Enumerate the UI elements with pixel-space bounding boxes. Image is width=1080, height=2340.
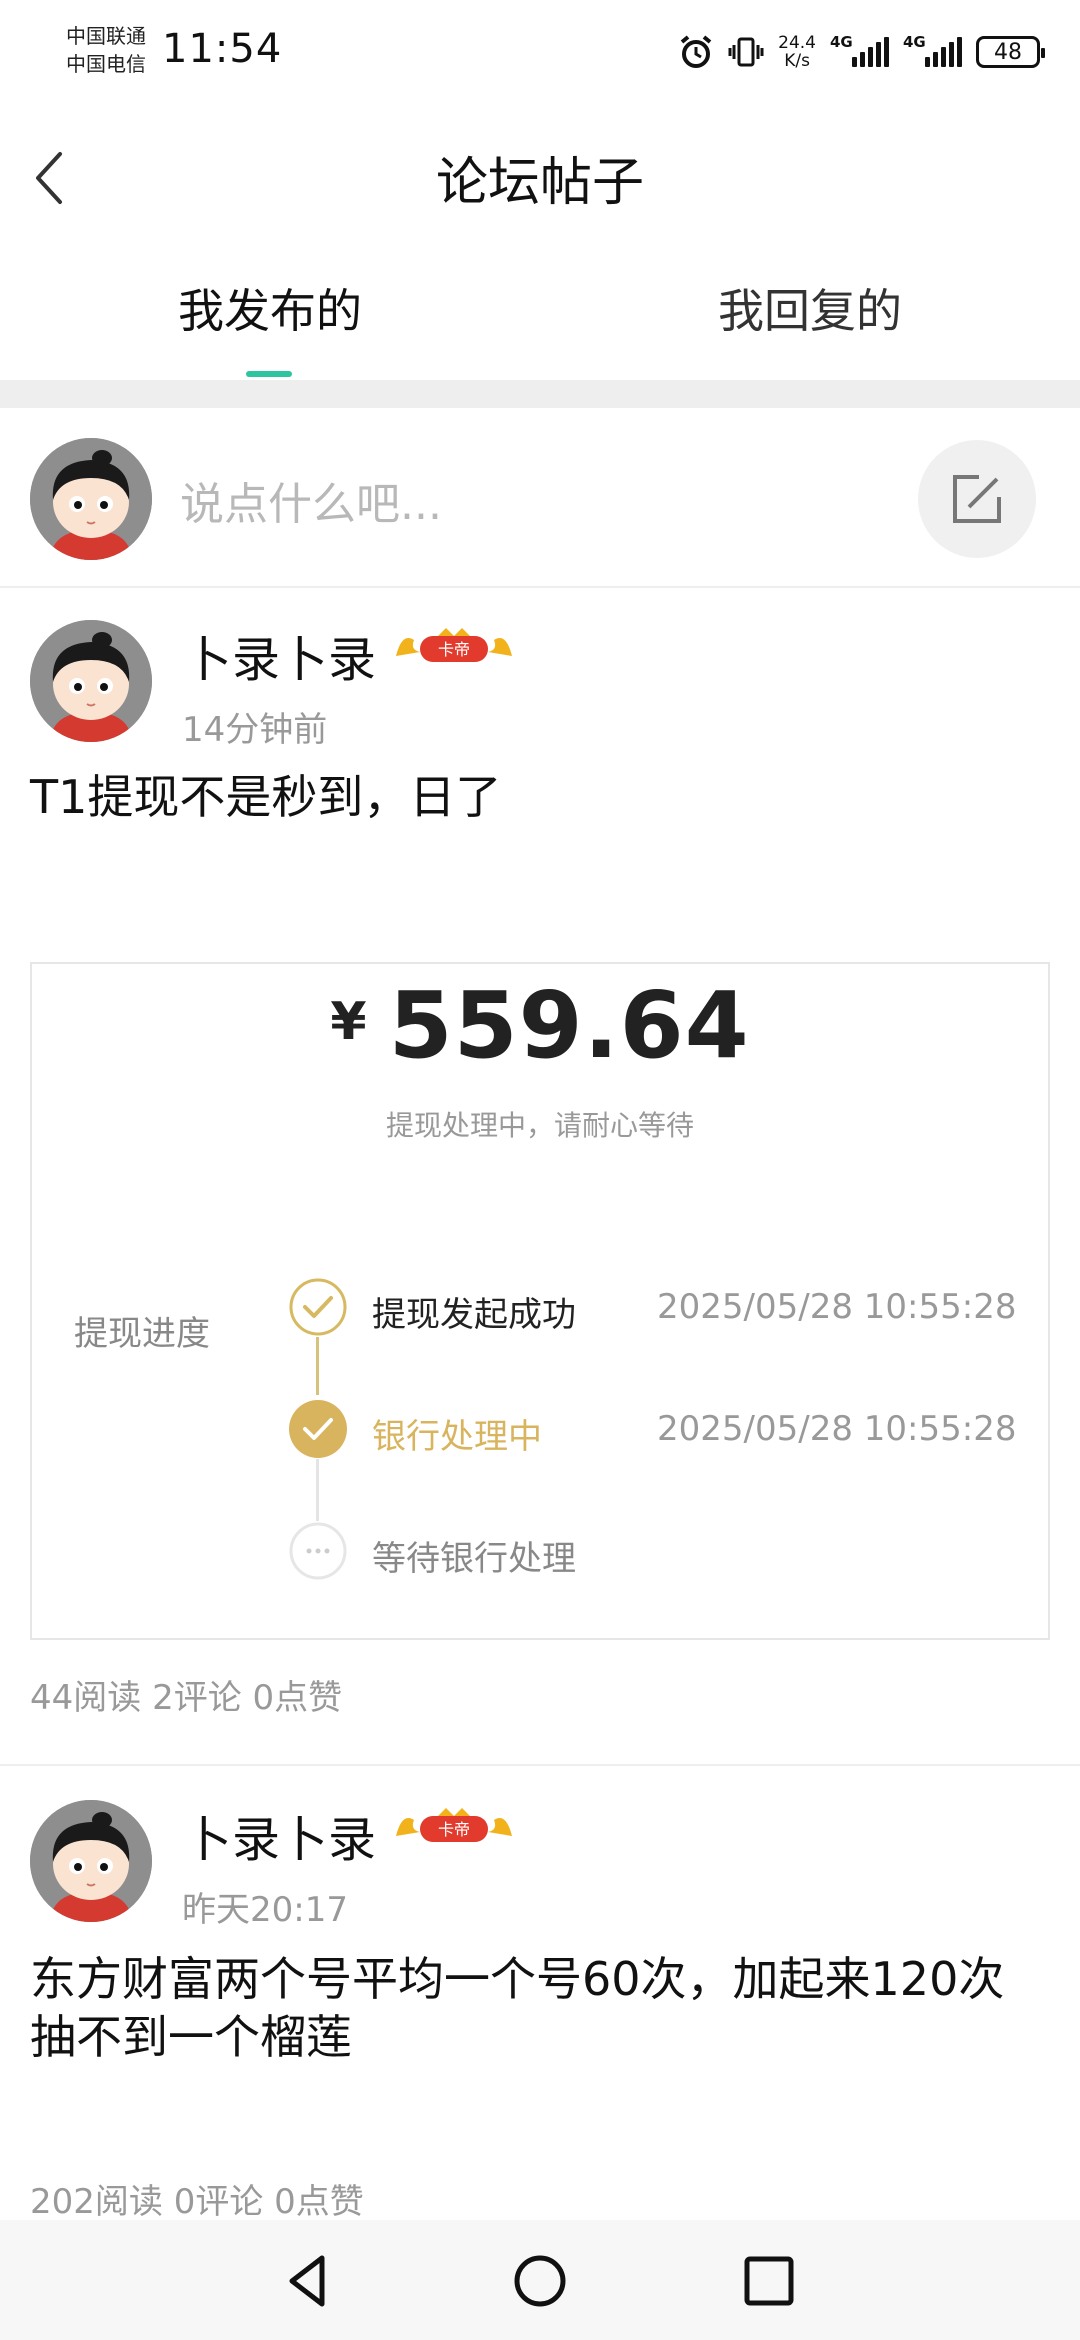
- post-content: 东方财富两个号平均一个号60次，加起来120次抽不到一个榴莲: [30, 1952, 1005, 2064]
- post-stats: 44阅读 2评论 0点赞: [30, 1678, 343, 1718]
- avatar-illustration: [30, 1800, 152, 1922]
- system-nav-bar: [0, 2220, 1080, 2340]
- post-author[interactable]: 卜录卜录: [184, 1800, 376, 1870]
- net-speed-unit: K/s: [784, 51, 810, 71]
- battery-icon: 48: [976, 36, 1045, 68]
- badge-label: 卡帝: [438, 640, 470, 659]
- post-content: T1提现不是秒到，日了: [30, 770, 502, 824]
- check-circle-icon: [289, 1278, 347, 1336]
- status-time: 11:54: [162, 26, 283, 72]
- post-author[interactable]: 卜录卜录: [184, 620, 376, 690]
- post-divider: [0, 1764, 1080, 1766]
- step-time: 2025/05/28 10:55:28: [657, 1409, 1017, 1449]
- signal-2-label: 4G: [903, 33, 926, 51]
- signal-2-icon: 4G: [903, 33, 962, 67]
- carrier-2: 中国电信: [66, 52, 146, 76]
- step-connector: [316, 1337, 319, 1395]
- status-bar: 中国联通 中国电信 11:54 24.4 K/s 4G 4G 48: [0, 0, 1080, 110]
- net-speed: 24.4 K/s: [778, 34, 816, 70]
- check-filled-icon: [289, 1400, 347, 1458]
- compose-input[interactable]: 说点什么吧...: [180, 468, 442, 532]
- pending-dots-icon: [289, 1522, 347, 1580]
- step-label: 银行处理中: [372, 1417, 542, 1457]
- post-time: 昨天20:17: [182, 1890, 348, 1930]
- circle-home-icon[interactable]: [505, 2246, 575, 2316]
- crown-badge-icon: 卡帝: [396, 1808, 512, 1842]
- carrier-1: 中国联通: [66, 24, 146, 48]
- step-connector: [316, 1459, 319, 1521]
- alarm-icon: [680, 35, 712, 68]
- nav-bar: 论坛帖子: [0, 110, 1080, 240]
- square-recents-icon[interactable]: [734, 2246, 804, 2316]
- badge-label: 卡帝: [438, 1820, 470, 1839]
- avatar-illustration: [30, 438, 152, 560]
- post-item[interactable]: 卜录卜录 卡帝 14分钟前 T1提现不是秒到，日了 ¥559.64 提现处理中，…: [0, 590, 1080, 1718]
- triangle-back-icon[interactable]: [274, 2246, 344, 2316]
- post-time: 14分钟前: [182, 710, 328, 750]
- tab-my-replies[interactable]: 我回复的: [540, 275, 1080, 341]
- post-image[interactable]: ¥559.64 提现处理中，请耐心等待 提现进度 提现发起成功 2025/05/…: [30, 962, 1050, 1640]
- avatar-illustration: [30, 620, 152, 742]
- net-speed-value: 24.4: [778, 33, 816, 53]
- crown-badge-icon: 卡帝: [396, 628, 512, 662]
- avatar[interactable]: [30, 1800, 152, 1922]
- avatar[interactable]: [30, 620, 152, 742]
- edit-icon: [953, 475, 1001, 523]
- avatar[interactable]: [30, 438, 152, 560]
- tab-active-indicator: [246, 371, 292, 377]
- battery-level: 48: [994, 39, 1022, 65]
- vibrate-icon: [728, 37, 764, 67]
- step-time: 2025/05/28 10:55:28: [657, 1287, 1017, 1327]
- status-icons: 24.4 K/s 4G 4G 48: [678, 30, 1045, 74]
- section-divider: [0, 380, 1080, 408]
- tab-my-posts[interactable]: 我发布的: [0, 275, 540, 341]
- tab-bar: 我发布的 我回复的: [0, 255, 1080, 380]
- step-label: 等待银行处理: [372, 1539, 576, 1579]
- progress-steps: 提现发起成功 2025/05/28 10:55:28 银行处理中 2025/05…: [32, 964, 1052, 1642]
- post-stats: 202阅读 0评论 0点赞: [30, 2182, 364, 2222]
- signal-1-icon: 4G: [830, 33, 889, 67]
- post-item[interactable]: 卜录卜录 卡帝 昨天20:17 东方财富两个号平均一个号60次，加起来120次抽…: [0, 1770, 1080, 2222]
- step-label: 提现发起成功: [372, 1295, 576, 1335]
- compose-bar: 说点什么吧...: [0, 408, 1080, 588]
- edit-button[interactable]: [918, 440, 1036, 558]
- signal-1-label: 4G: [830, 33, 853, 51]
- carrier-info: 中国联通 中国电信: [66, 22, 146, 78]
- page-title: 论坛帖子: [435, 153, 644, 213]
